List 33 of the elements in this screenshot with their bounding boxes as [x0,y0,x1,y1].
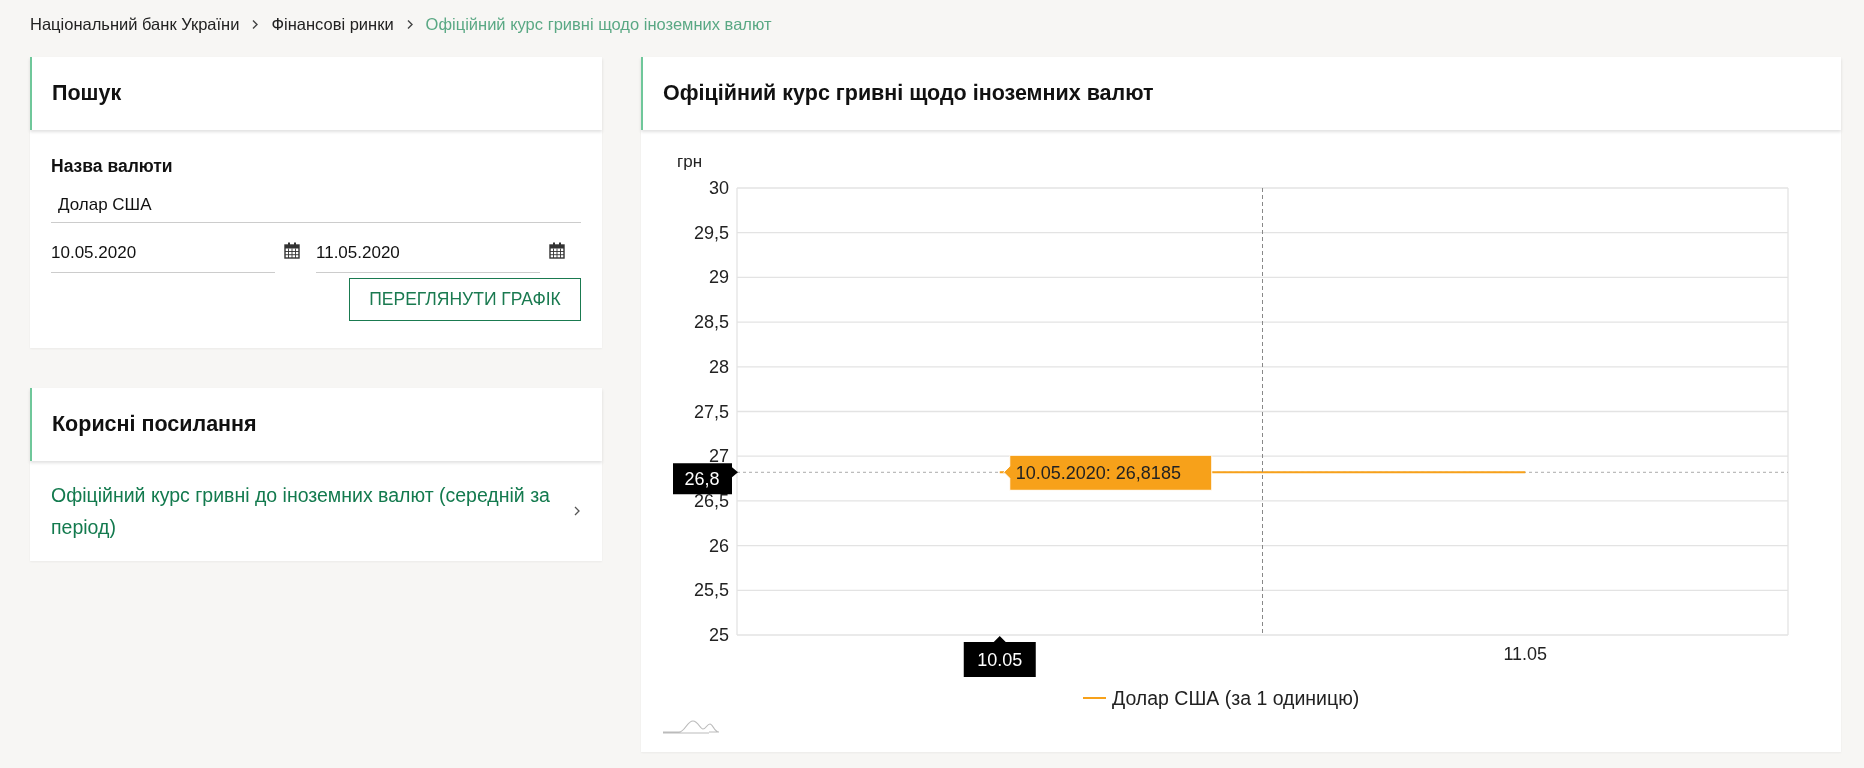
crosshair-category-label: 10.05 [963,636,1036,677]
axis-title: грн [677,152,703,171]
crosshair-value-label: 26,8 [673,463,738,495]
chart-logo-icon [662,720,720,734]
chevron-right-icon [251,18,260,30]
useful-link[interactable]: Офіційний курс гривні до іноземних валют (середній за період) [51,479,551,543]
axis-label: 25,5 [693,580,729,601]
axis-label: 27,5 [693,401,729,422]
card-title: Пошук [52,81,122,106]
axis-label: 29 [708,267,729,288]
axis-label: 30 [708,178,729,198]
axis-label: 25 [708,625,729,645]
date-field[interactable]: 11.05.2020 [316,233,540,273]
chevron-right-icon[interactable] [573,505,581,517]
currency-field[interactable]: Долар США [51,187,581,223]
date-field[interactable]: 10.05.2020 [51,233,275,273]
axis-label: 11.05 [1503,644,1548,664]
field-label: Назва валюти [51,156,174,177]
breadcrumb-link[interactable]: Фінансові ринки [271,14,394,34]
legend-label[interactable]: Долар США (за 1 одиницю) [1112,687,1360,709]
x-tick-label: 10.05 [977,650,1023,670]
card-title: Корисні посилання [52,412,257,437]
axis-label: 28 [708,356,729,377]
breadcrumb-link[interactable]: Національний банк України [30,14,240,34]
calendar-icon[interactable] [284,241,300,259]
view-chart-button[interactable]: ПЕРЕГЛЯНУТИ ГРАФІК [349,278,581,321]
value-tooltip: 10.05.2020: 26,8185 [1003,454,1213,491]
chevron-right-icon [405,18,414,30]
axis-label: 28,5 [693,312,729,333]
axis-label: 29,5 [693,222,729,243]
axis-label: 26 [708,535,729,556]
calendar-icon[interactable] [549,241,565,259]
card-title: Офіційний курс гривні щодо іноземних валют [663,81,1154,106]
